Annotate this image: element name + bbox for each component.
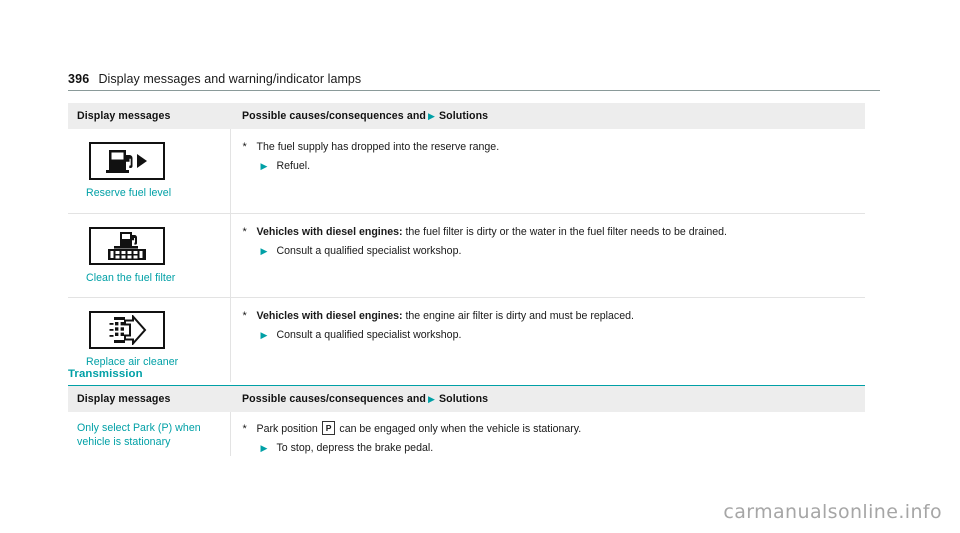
cause-text: Vehicles with diesel engines: the engine… — [257, 309, 856, 323]
solution-triangle-icon: ▶ — [260, 443, 268, 453]
bullet-asterisk: * — [242, 225, 247, 238]
solution-text: To stop, depress the brake pedal. — [276, 442, 434, 454]
cell-causes-solutions: * Vehicles with diesel engines: the fuel… — [230, 213, 865, 298]
table-row: Reserve fuel level * The fuel supply has… — [68, 129, 865, 214]
bullet-asterisk: * — [242, 141, 247, 153]
solution-line: ▶ Refuel. — [243, 159, 856, 174]
column-header-causes-text: Possible causes/consequences and — [242, 393, 426, 405]
solutions-triangle-icon: ▶ — [427, 111, 435, 121]
page-title: Display messages and warning/indicator l… — [98, 72, 362, 86]
column-header-causes-text: Possible causes/consequences and — [242, 110, 426, 122]
cell-causes-solutions: * Park position P can be engaged only wh… — [230, 412, 865, 456]
column-header-display-messages: Display messages — [77, 393, 171, 405]
section-heading-transmission: Transmission — [68, 364, 865, 386]
bullet-asterisk: * — [242, 423, 247, 435]
column-header-causes-solutions: Possible causes/consequences and ▶ Solutio… — [230, 386, 865, 412]
solution-line: ▶ Consult a qualified specialist worksho… — [243, 328, 856, 343]
cause-line: * Vehicles with diesel engines: the fuel… — [243, 225, 856, 239]
site-watermark: carmanualsonline.info — [723, 501, 942, 523]
bullet-asterisk: * — [242, 310, 247, 322]
cause-line: * Vehicles with diesel engines: the engi… — [243, 309, 856, 323]
column-header-solutions-text: Solutions — [439, 393, 489, 405]
solution-triangle-icon: ▶ — [260, 330, 268, 340]
section-heading-label: Transmission — [68, 368, 143, 380]
air-cleaner-arrow-icon — [89, 311, 165, 349]
solution-line: ▶ Consult a qualified specialist worksho… — [243, 244, 856, 259]
display-message-label: Clean the fuel filter — [86, 271, 176, 284]
solution-text: Consult a qualified specialist workshop. — [276, 329, 462, 341]
solutions-triangle-icon: ▶ — [427, 394, 435, 404]
solution-line: ▶ To stop, depress the brake pedal. — [243, 441, 856, 456]
column-header-solutions-text: Solutions — [439, 110, 489, 122]
cause-post-text: can be engaged only when the vehicle is … — [339, 423, 582, 435]
cause-text: Park position P can be engaged only when… — [256, 421, 856, 436]
cause-text: The fuel supply has dropped into the res… — [256, 141, 500, 153]
fuel-filter-icon — [89, 226, 165, 265]
table-display-messages-1: Display messages Possible causes/consequ… — [68, 103, 865, 382]
table-header-row: Display messages Possible causes/consequ… — [68, 386, 865, 412]
page-canvas: 396 Display messages and warning/indicat… — [0, 0, 960, 456]
column-header-display-messages: Display messages — [77, 110, 171, 122]
cause-text: Vehicles with diesel engines: the fuel f… — [257, 225, 856, 239]
cell-display-message: Only select Park (P) when vehicle is sta… — [68, 412, 231, 456]
cause-body: the engine air filter is dirty and must … — [405, 310, 634, 322]
display-message-label: Reserve fuel level — [86, 187, 172, 199]
cell-display-message: Clean the fuel filter — [68, 213, 231, 298]
page-running-header: 396 Display messages and warning/indicat… — [68, 72, 880, 91]
cause-line: * Park position P can be engaged only wh… — [242, 421, 856, 436]
table-row: Clean the fuel filter * Vehicles with di… — [68, 213, 865, 298]
cause-pre-text: Park position — [256, 423, 318, 435]
fuel-pump-arrow-icon — [89, 142, 165, 180]
cause-bold-lead: Vehicles with diesel engines: — [256, 310, 403, 322]
cause-body: the fuel filter is dirty or the water in… — [405, 225, 727, 238]
cause-bold-lead: Vehicles with diesel engines: — [256, 225, 403, 238]
cause-line: * The fuel supply has dropped into the r… — [243, 140, 856, 154]
solution-triangle-icon: ▶ — [260, 161, 268, 171]
solution-text: Refuel. — [276, 160, 311, 172]
cell-causes-solutions: * The fuel supply has dropped into the r… — [230, 129, 865, 214]
table-row: Only select Park (P) when vehicle is sta… — [68, 412, 865, 456]
solution-triangle-icon: ▶ — [260, 245, 268, 256]
park-position-badge: P — [321, 421, 336, 435]
column-header-causes-solutions: Possible causes/consequences and ▶ Solutio… — [230, 103, 865, 129]
display-message-label: Only select Park (P) when vehicle is sta… — [77, 422, 201, 448]
page-number: 396 — [68, 72, 90, 86]
solution-text: Consult a qualified specialist workshop. — [276, 244, 462, 257]
cell-display-message: Reserve fuel level — [68, 129, 231, 214]
table-display-messages-2: Display messages Possible causes/consequ… — [68, 386, 865, 456]
table-header-row: Display messages Possible causes/consequ… — [68, 103, 865, 129]
